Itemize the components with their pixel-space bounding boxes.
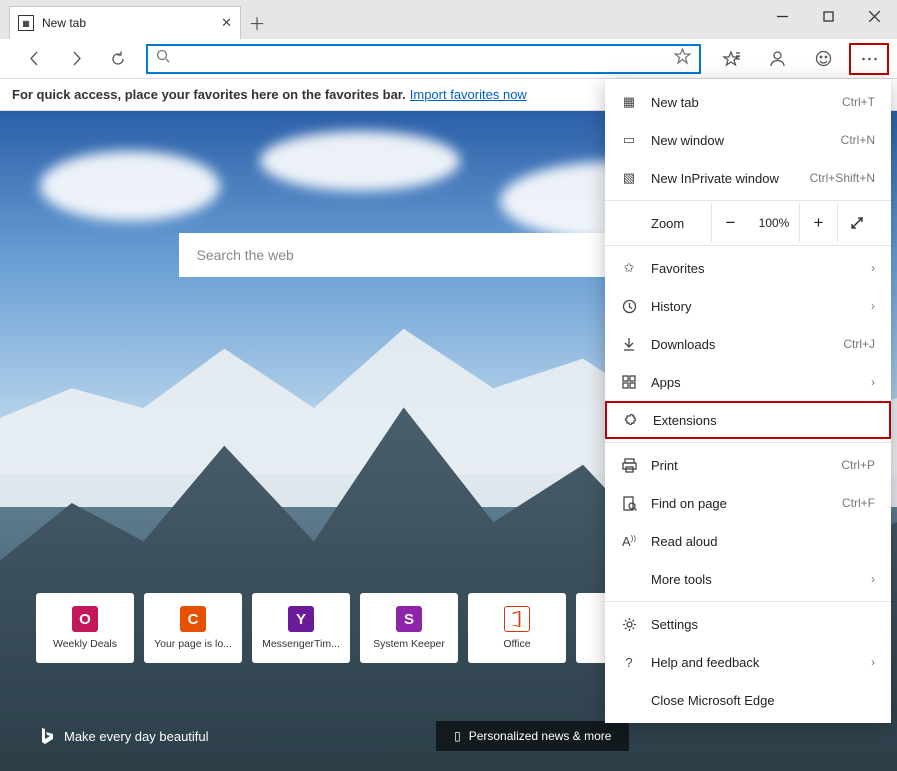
refresh-button[interactable] [100,43,136,75]
tile-label: Office [503,638,530,650]
read-aloud-icon: A)) [621,534,637,549]
menu-downloads[interactable]: DownloadsCtrl+J [605,325,891,363]
chevron-right-icon: › [871,572,875,586]
tile-icon: C [180,606,206,632]
top-site-tile[interactable]: Y MessengerTim... [252,593,350,663]
apps-icon [621,375,637,389]
find-icon [621,496,637,511]
toolbar [0,39,897,79]
search-placeholder: Search the web [197,247,294,263]
profile-button[interactable] [757,43,797,75]
window-close-button[interactable] [851,0,897,32]
favorites-bar-hint: For quick access, place your favorites h… [12,87,406,102]
menu-apps[interactable]: Apps› [605,363,891,401]
forward-button[interactable] [58,43,94,75]
menu-new-inprivate[interactable]: ▧New InPrivate windowCtrl+Shift+N [605,159,891,197]
tab-title: New tab [42,16,213,30]
chevron-right-icon: › [871,655,875,669]
office-icon [504,606,530,632]
bing-icon [40,727,54,745]
menu-settings[interactable]: Settings [605,605,891,643]
news-icon: ▯ [454,729,461,743]
bing-label: Make every day beautiful [64,729,209,744]
bing-attribution[interactable]: Make every day beautiful [40,727,209,745]
news-label: Personalized news & more [469,729,612,743]
window-controls [759,0,897,32]
menu-find[interactable]: Find on pageCtrl+F [605,484,891,522]
newtab-icon: ▦ [621,94,637,110]
menu-new-window[interactable]: ▭New windowCtrl+N [605,121,891,159]
tab-close-button[interactable]: ✕ [221,15,232,31]
back-button[interactable] [16,43,52,75]
menu-help[interactable]: ?Help and feedback› [605,643,891,681]
menu-zoom: Zoom − 100% + [605,204,891,242]
top-site-tile[interactable]: S System Keeper [360,593,458,663]
menu-print[interactable]: PrintCtrl+P [605,446,891,484]
menu-favorites[interactable]: ✩Favorites› [605,249,891,287]
address-bar[interactable] [146,44,701,74]
tile-icon: Y [288,606,314,632]
history-icon [621,299,637,314]
feedback-smiley-button[interactable] [803,43,843,75]
inprivate-icon: ▧ [621,170,637,186]
bottom-bar: Make every day beautiful ▯ Personalized … [0,721,897,751]
menu-read-aloud[interactable]: A))Read aloud [605,522,891,560]
menu-new-tab[interactable]: ▦New tabCtrl+T [605,83,891,121]
search-icon [156,49,170,68]
menu-more-tools[interactable]: More tools› [605,560,891,598]
minimize-button[interactable] [759,0,805,32]
fullscreen-button[interactable] [837,204,875,242]
import-favorites-link[interactable]: Import favorites now [410,87,527,102]
browser-tab[interactable]: ▦ New tab ✕ [9,6,241,39]
extensions-icon [623,413,639,428]
tile-label: Your page is lo... [154,638,232,650]
menu-history[interactable]: History› [605,287,891,325]
chevron-right-icon: › [871,299,875,313]
print-icon [621,458,637,473]
maximize-button[interactable] [805,0,851,32]
personalized-news-button[interactable]: ▯ Personalized news & more [436,721,629,751]
top-site-tile[interactable]: C Your page is lo... [144,593,242,663]
chevron-right-icon: › [871,375,875,389]
address-input[interactable] [176,51,674,66]
help-icon: ? [621,655,637,670]
tile-icon: S [396,606,422,632]
favorites-icon: ✩ [621,260,637,276]
settings-and-more-button[interactable] [849,43,889,75]
favorites-button[interactable] [711,43,751,75]
tile-label: MessengerTim... [262,638,340,650]
top-site-tile[interactable]: Office [468,593,566,663]
menu-close-edge[interactable]: Close Microsoft Edge [605,681,891,719]
gear-icon [621,617,637,632]
newtab-favicon: ▦ [18,15,34,31]
settings-and-more-menu: ▦New tabCtrl+T ▭New windowCtrl+N ▧New In… [605,79,891,723]
menu-extensions[interactable]: Extensions [605,401,891,439]
new-tab-button[interactable]: ＋ [241,6,273,38]
window-icon: ▭ [621,132,637,148]
zoom-value: 100% [749,216,799,230]
titlebar: ▦ New tab ✕ ＋ [0,0,897,39]
favorite-star-icon[interactable] [674,48,691,70]
top-sites-row: O Weekly Deals C Your page is lo... Y Messe… [36,593,674,663]
chevron-right-icon: › [871,261,875,275]
tile-label: System Keeper [373,638,445,650]
tile-icon: O [72,606,98,632]
zoom-out-button[interactable]: − [711,204,749,242]
downloads-icon [621,337,637,351]
zoom-in-button[interactable]: + [799,204,837,242]
top-site-tile[interactable]: O Weekly Deals [36,593,134,663]
tile-label: Weekly Deals [53,638,117,650]
